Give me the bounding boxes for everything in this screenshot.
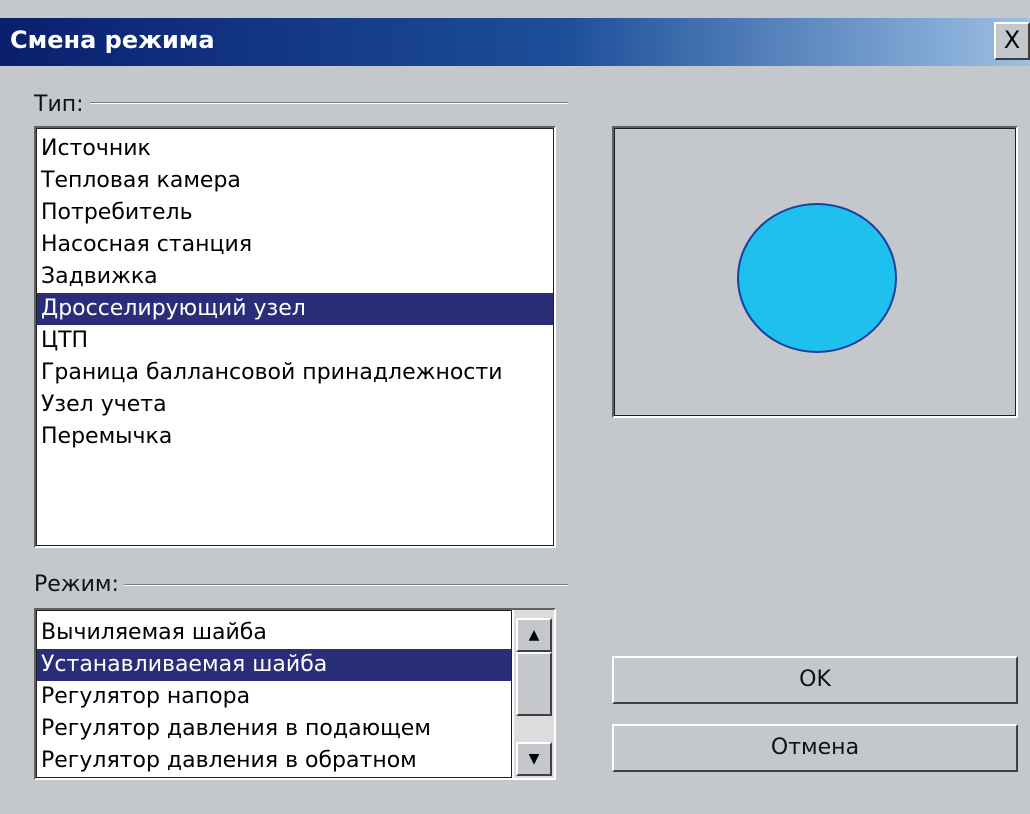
type-list-items: Источник Тепловая камера Потребитель Нас… <box>36 128 554 546</box>
mode-listbox[interactable]: Вычиляемая шайба Устанавливаемая шайба Р… <box>34 608 556 780</box>
type-group-label: Тип: <box>34 92 88 117</box>
mode-group-label: Режим: <box>34 572 123 597</box>
type-item-metering-node[interactable]: Узел учета <box>37 389 553 421</box>
mode-group-divider <box>124 584 568 586</box>
type-item-throttle-node[interactable]: Дросселирующий узел <box>37 293 553 325</box>
type-item-heat-chamber[interactable]: Тепловая камера <box>37 165 553 197</box>
mode-item-return-pressure-regulator[interactable]: Регулятор давления в обратном <box>37 745 511 777</box>
cancel-button[interactable]: Отмена <box>612 724 1018 772</box>
preview-frame <box>614 128 1016 416</box>
type-item-valve[interactable]: Задвижка <box>37 261 553 293</box>
title-bar[interactable]: Смена режима X <box>0 18 1030 66</box>
mode-item-calculated-orifice[interactable]: Вычиляемая шайба <box>37 617 511 649</box>
change-mode-dialog: Смена режима X Тип: Источник Тепловая ка… <box>0 0 1030 814</box>
type-item-balance-boundary[interactable]: Граница баллансовой принадлежности <box>37 357 553 389</box>
type-listbox[interactable]: Источник Тепловая камера Потребитель Нас… <box>34 126 556 548</box>
scroll-down-button[interactable]: ▼ <box>516 742 552 776</box>
type-item-jumper[interactable]: Перемычка <box>37 421 553 453</box>
ok-button[interactable]: OK <box>612 656 1018 704</box>
mode-item-head-regulator[interactable]: Регулятор напора <box>37 681 511 713</box>
close-button[interactable]: X <box>994 22 1030 60</box>
close-icon: X <box>1003 26 1021 54</box>
type-group-divider <box>90 102 568 104</box>
window-title: Смена режима <box>10 26 215 54</box>
type-item-pump-station[interactable]: Насосная станция <box>37 229 553 261</box>
preview-circle-icon <box>737 203 897 353</box>
scroll-up-button[interactable]: ▲ <box>516 618 552 652</box>
mode-item-installed-orifice[interactable]: Устанавливаемая шайба <box>37 649 511 681</box>
scroll-down-arrow-icon: ▼ <box>528 751 540 767</box>
scroll-thumb[interactable] <box>516 652 552 716</box>
mode-item-supply-pressure-regulator[interactable]: Регулятор давления в подающем <box>37 713 511 745</box>
mode-list-items: Вычиляемая шайба Устанавливаемая шайба Р… <box>36 610 512 778</box>
scroll-up-arrow-icon: ▲ <box>528 627 540 643</box>
preview-panel <box>612 126 1018 418</box>
type-item-consumer[interactable]: Потребитель <box>37 197 553 229</box>
mode-scrollbar[interactable]: ▲ ▼ <box>514 610 554 778</box>
type-item-ctp[interactable]: ЦТП <box>37 325 553 357</box>
type-item-source[interactable]: Источник <box>37 133 553 165</box>
